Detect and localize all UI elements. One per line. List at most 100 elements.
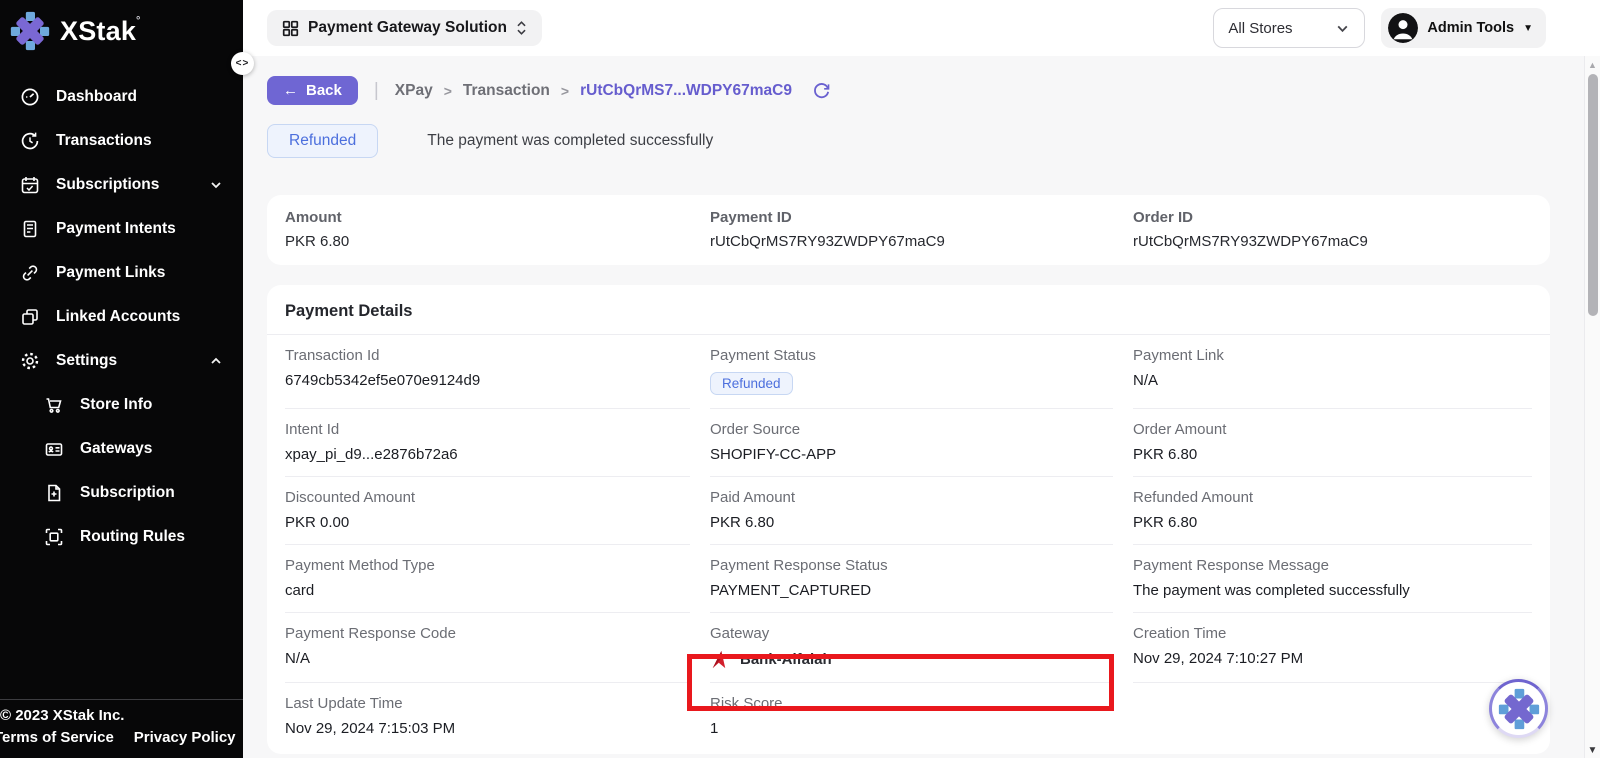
sidebar-item-settings[interactable]: Settings bbox=[0, 339, 243, 383]
sidebar-item-label: Dashboard bbox=[56, 88, 137, 106]
sidebar-item-label: Settings bbox=[56, 352, 117, 370]
sidebar-item-label: Routing Rules bbox=[80, 528, 185, 546]
detail-cell-payment-response-message: Payment Response Message The payment was… bbox=[1133, 544, 1532, 612]
store-filter-select[interactable]: All Stores bbox=[1213, 8, 1365, 48]
left-arrow-icon: ← bbox=[283, 82, 298, 99]
gear-icon bbox=[20, 351, 40, 371]
topbar: Payment Gateway Solution All Stores Admi… bbox=[243, 0, 1600, 56]
floating-assistant-button[interactable] bbox=[1489, 679, 1548, 738]
app-switcher-label: Payment Gateway Solution bbox=[308, 19, 507, 37]
sidebar-item-label: Linked Accounts bbox=[56, 308, 180, 326]
detail-cell-payment-response-code: Payment Response Code N/A bbox=[285, 612, 690, 682]
back-button[interactable]: ← Back bbox=[267, 76, 358, 105]
summary-card: Amount PKR 6.80 Payment ID rUtCbQrMS7RY9… bbox=[267, 195, 1550, 265]
copyright-text: © 2023 XStak Inc. bbox=[0, 707, 243, 724]
avatar bbox=[1388, 13, 1418, 43]
privacy-policy-link[interactable]: Privacy Policy bbox=[134, 729, 236, 746]
sidebar-item-subscriptions[interactable]: Subscriptions bbox=[0, 163, 243, 207]
detail-cell-order-source: Order Source SHOPIFY-CC-APP bbox=[710, 408, 1113, 476]
sidebar-item-transactions[interactable]: Transactions bbox=[0, 119, 243, 163]
chevron-down-icon bbox=[209, 178, 223, 192]
detail-cell-refunded-amount: Refunded Amount PKR 6.80 bbox=[1133, 476, 1532, 544]
sidebar-item-routing-rules[interactable]: Routing Rules bbox=[0, 515, 243, 559]
sidebar-item-label: Subscription bbox=[80, 484, 175, 502]
detail-cell-transaction-id: Transaction Id 6749cb5342ef5e070e9124d9 bbox=[285, 335, 690, 408]
cart-icon bbox=[44, 395, 64, 415]
sidebar-footer: © 2023 XStak Inc. Terms of Service Priva… bbox=[0, 699, 243, 758]
scrollbar-thumb[interactable] bbox=[1588, 74, 1598, 316]
scroll-down-arrow[interactable]: ▼ bbox=[1588, 745, 1598, 756]
detail-cell-payment-response-status: Payment Response Status PAYMENT_CAPTURED bbox=[710, 544, 1113, 612]
page-content: ← Back | XPay > Transaction > rUtCbQrMS7… bbox=[243, 56, 1600, 754]
sidebar-item-payment-links[interactable]: Payment Links bbox=[0, 251, 243, 295]
chevron-down-icon bbox=[1335, 21, 1350, 36]
detail-cell-empty bbox=[1133, 682, 1532, 750]
summary-field-order-id: Order ID rUtCbQrMS7RY93ZWDPY67maC9 bbox=[1133, 209, 1532, 250]
sidebar-item-label: Payment Links bbox=[56, 264, 165, 282]
summary-field-payment-id: Payment ID rUtCbQrMS7RY93ZWDPY67maC9 bbox=[710, 209, 1113, 250]
field-value: PKR 6.80 bbox=[285, 233, 690, 250]
user-menu-label: Admin Tools bbox=[1427, 20, 1514, 36]
brand-name: XStak° bbox=[60, 16, 141, 47]
sidebar-item-store-info[interactable]: Store Info bbox=[0, 383, 243, 427]
app-switcher[interactable]: Payment Gateway Solution bbox=[267, 10, 542, 46]
field-value: rUtCbQrMS7RY93ZWDPY67maC9 bbox=[710, 233, 1113, 250]
sidebar-item-label: Transactions bbox=[56, 132, 152, 150]
field-label: Order ID bbox=[1133, 209, 1532, 226]
user-menu[interactable]: Admin Tools ▼ bbox=[1381, 8, 1546, 48]
gauge-icon bbox=[20, 87, 40, 107]
sidebar-item-label: Store Info bbox=[80, 396, 152, 414]
detail-cell-intent-id: Intent Id xpay_pi_d9...e2876b72a6 bbox=[285, 408, 690, 476]
sidebar-item-label: Gateways bbox=[80, 440, 152, 458]
status-row: Refunded The payment was completed succe… bbox=[267, 124, 1550, 158]
status-message: The payment was completed successfully bbox=[427, 132, 713, 150]
breadcrumb-row: ← Back | XPay > Transaction > rUtCbQrMS7… bbox=[267, 76, 1550, 105]
breadcrumb-section[interactable]: Transaction bbox=[463, 82, 550, 100]
server-icon bbox=[20, 219, 40, 239]
sidebar-item-gateways[interactable]: Gateways bbox=[0, 427, 243, 471]
scroll-up-arrow[interactable]: ▲ bbox=[1588, 60, 1597, 70]
detail-cell-paid-amount: Paid Amount PKR 6.80 bbox=[710, 476, 1113, 544]
payment-details-card: Payment Details Transaction Id 6749cb534… bbox=[267, 285, 1550, 754]
main-area: <> Payment Gateway Solution All Stores bbox=[243, 0, 1600, 758]
breadcrumb-separator: > bbox=[561, 83, 569, 99]
sidebar-item-dashboard[interactable]: Dashboard bbox=[0, 75, 243, 119]
sidebar-item-label: Payment Intents bbox=[56, 220, 176, 238]
breadcrumb: XPay > Transaction > rUtCbQrMS7...WDPY67… bbox=[395, 82, 792, 100]
bank-alfalah-logo-icon bbox=[710, 650, 731, 669]
sidebar-nav: Dashboard Transactions Subscriptions Pay… bbox=[0, 75, 243, 559]
history-icon bbox=[20, 131, 40, 151]
id-card-icon bbox=[44, 439, 64, 459]
field-label: Amount bbox=[285, 209, 690, 226]
chevron-up-icon bbox=[209, 354, 223, 368]
copy-icon bbox=[20, 307, 40, 327]
detail-cell-discounted-amount: Discounted Amount PKR 0.00 bbox=[285, 476, 690, 544]
xstak-asterisk-icon bbox=[10, 11, 50, 51]
vertical-divider: | bbox=[374, 80, 379, 102]
breadcrumb-root[interactable]: XPay bbox=[395, 82, 433, 100]
detail-cell-creation-time: Creation Time Nov 29, 2024 7:10:27 PM bbox=[1133, 612, 1532, 682]
up-down-chevron-icon bbox=[516, 20, 527, 36]
payment-status-badge: Refunded bbox=[710, 372, 793, 395]
brand-logo[interactable]: XStak° bbox=[0, 0, 243, 59]
link-icon bbox=[20, 263, 40, 283]
sidebar-item-label: Subscriptions bbox=[56, 176, 159, 194]
calendar-icon bbox=[20, 175, 40, 195]
detail-cell-gateway: Gateway Bank-Alfalah bbox=[710, 612, 1113, 682]
sidebar-item-subscription[interactable]: Subscription bbox=[0, 471, 243, 515]
field-value: rUtCbQrMS7RY93ZWDPY67maC9 bbox=[1133, 233, 1532, 250]
sidebar-item-payment-intents[interactable]: Payment Intents bbox=[0, 207, 243, 251]
refresh-icon[interactable] bbox=[812, 81, 831, 100]
breadcrumb-current-id[interactable]: rUtCbQrMS7...WDPY67maC9 bbox=[580, 82, 792, 100]
terms-of-service-link[interactable]: Terms of Service bbox=[0, 729, 114, 746]
sidebar-item-linked-accounts[interactable]: Linked Accounts bbox=[0, 295, 243, 339]
caret-down-icon: ▼ bbox=[1523, 23, 1533, 34]
sidebar-collapse-toggle[interactable]: <> bbox=[231, 52, 254, 75]
detail-cell-payment-method-type: Payment Method Type card bbox=[285, 544, 690, 612]
detail-cell-payment-link: Payment Link N/A bbox=[1133, 335, 1532, 408]
frame-icon bbox=[44, 527, 64, 547]
vertical-scrollbar[interactable]: ▲ ▼ bbox=[1584, 56, 1600, 758]
status-badge: Refunded bbox=[267, 124, 378, 158]
field-label: Payment ID bbox=[710, 209, 1113, 226]
file-icon bbox=[44, 483, 64, 503]
